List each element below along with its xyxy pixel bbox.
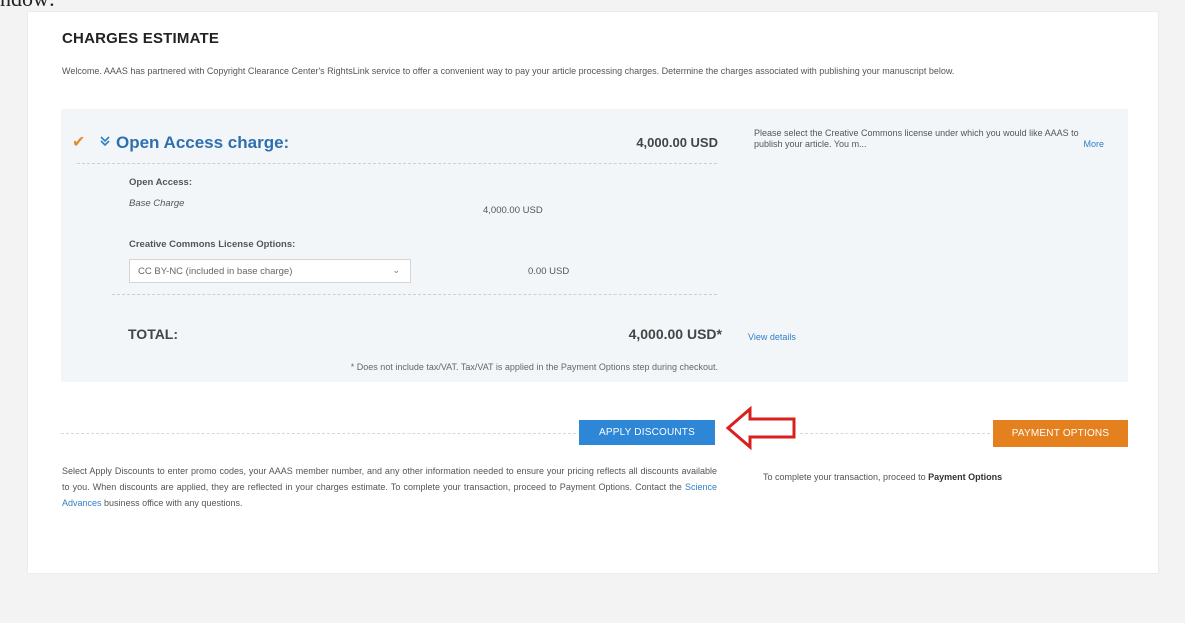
payment-help-bold: Payment Options <box>928 472 1003 482</box>
charges-estimate-card: CHARGES ESTIMATE Welcome. AAAS has partn… <box>27 11 1159 574</box>
divider <box>61 433 576 434</box>
divider <box>112 294 717 295</box>
left-arrow-icon <box>725 406 796 450</box>
page-title: CHARGES ESTIMATE <box>62 30 220 47</box>
intro-text: Welcome. AAAS has partnered with Copyrig… <box>62 66 955 76</box>
divider <box>800 433 990 434</box>
tax-note: * Does not include tax/VAT. Tax/VAT is a… <box>350 362 718 372</box>
base-charge-label: Base Charge <box>129 198 185 209</box>
more-link[interactable]: More <box>1083 139 1104 150</box>
open-access-amount: 4,000.00 USD <box>636 135 718 150</box>
view-details-link[interactable]: View details <box>748 332 796 342</box>
total-label: TOTAL: <box>128 326 179 342</box>
help-text-part2: business office with any questions. <box>104 498 243 508</box>
help-text-part1: Select Apply Discounts to enter promo co… <box>62 466 717 492</box>
open-access-note: Please select the Creative Commons licen… <box>754 128 1104 150</box>
license-options-label: Creative Commons License Options: <box>129 239 296 250</box>
apply-discounts-help: Select Apply Discounts to enter promo co… <box>62 463 717 511</box>
payment-options-button[interactable]: PAYMENT OPTIONS <box>993 420 1128 447</box>
check-icon: ✔ <box>72 134 86 151</box>
open-access-section-label: Open Access: <box>129 177 193 188</box>
apply-discounts-button[interactable]: APPLY DISCOUNTS <box>579 420 715 445</box>
open-access-note-text: Please select the Creative Commons licen… <box>754 128 1079 149</box>
double-chevron-down-icon[interactable] <box>100 135 110 149</box>
license-amount: 0.00 USD <box>528 266 570 277</box>
total-amount: 4,000.00 USD* <box>628 326 722 342</box>
base-charge-amount: 4,000.00 USD <box>483 205 543 216</box>
payment-help-text: To complete your transaction, proceed to <box>763 472 926 482</box>
divider <box>77 163 717 164</box>
license-select-value: CC BY-NC (included in base charge) <box>138 266 293 277</box>
open-access-title[interactable]: Open Access charge: <box>116 133 289 153</box>
chevron-down-icon: ⌄ <box>392 265 400 275</box>
license-select[interactable]: CC BY-NC (included in base charge) ⌄ <box>129 259 411 283</box>
payment-options-help: To complete your transaction, proceed to… <box>763 472 1002 482</box>
